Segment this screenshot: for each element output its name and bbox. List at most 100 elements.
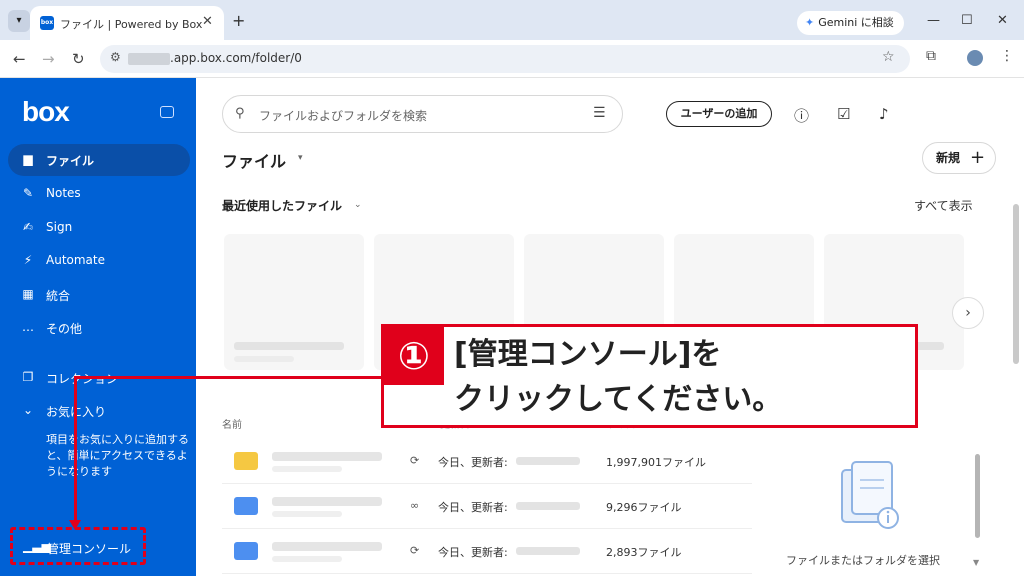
folder-icon xyxy=(234,452,258,470)
detail-empty-text: ファイルまたはフォルダを選択 xyxy=(786,554,940,567)
bell-icon[interactable]: ♪ xyxy=(879,105,889,123)
chevron-down-icon[interactable]: ▾ xyxy=(298,153,303,163)
omnibox[interactable]: ⚙ .app.box.com/folder/0 ☆ xyxy=(100,45,910,73)
search-input[interactable]: ⚲ ファイルおよびフォルダを検索 ☰ xyxy=(222,95,623,133)
row-name-placeholder xyxy=(272,542,382,551)
row-name-placeholder xyxy=(272,497,382,506)
new-button[interactable]: 新規 + xyxy=(922,142,996,174)
bookmark-star-icon[interactable]: ☆ xyxy=(882,49,895,65)
sidebar-item-label: Automate xyxy=(46,253,105,267)
search-placeholder: ファイルおよびフォルダを検索 xyxy=(259,109,428,123)
sidebar-item-label: 統合 xyxy=(46,289,71,303)
link-icon: ∞ xyxy=(410,499,420,512)
shared-folder-icon xyxy=(234,497,258,515)
row-updater-redacted xyxy=(516,457,580,465)
table-row[interactable]: ⟳ 今日、更新者: 2,893ファイル xyxy=(222,530,752,574)
browser-tab-active[interactable]: box ファイル | Powered by Box ✕ xyxy=(30,6,224,40)
sidebar-item-label: ファイル xyxy=(46,154,95,168)
annotation-text-line1: [管理コンソール]を xyxy=(454,337,722,372)
gemini-label: Gemini に相談 xyxy=(818,16,894,29)
box-logo[interactable]: box xyxy=(22,96,70,128)
annotation-connector xyxy=(74,376,382,379)
collection-icon: ❐ xyxy=(22,370,34,384)
row-size: 1,997,901ファイル xyxy=(606,456,706,469)
annotation-text-line2: クリックしてください。 xyxy=(454,382,783,417)
box-favicon-icon: box xyxy=(40,16,54,30)
gemini-button[interactable]: ✦ Gemini に相談 xyxy=(797,11,904,35)
app-frame: ▾ box ファイル | Powered by Box ✕ + ✦ Gemini … xyxy=(0,0,1024,576)
add-user-button[interactable]: ユーザーの追加 xyxy=(666,101,772,127)
notes-icon: ✎ xyxy=(22,186,34,200)
column-header-name[interactable]: 名前 xyxy=(222,416,242,431)
sync-icon: ⟳ xyxy=(410,544,420,557)
row-updated: 今日、更新者: xyxy=(438,546,508,559)
tab-close-icon[interactable]: ✕ xyxy=(202,14,213,29)
chevron-down-icon[interactable]: ⌄ xyxy=(354,200,362,210)
new-tab-icon[interactable]: + xyxy=(232,11,245,30)
annotation-arrowhead xyxy=(69,520,81,530)
sidebar-item-integrations[interactable]: ▦ 統合 xyxy=(8,279,190,311)
annotation-step-number: ① xyxy=(384,327,444,385)
reload-icon[interactable]: ↻ xyxy=(72,50,85,68)
sidebar: box ▆ ファイル ✎ Notes ✍ Sign ⚡ Automate ▦ 統… xyxy=(0,78,196,576)
annotation-connector xyxy=(74,376,77,524)
sidebar-item-files[interactable]: ▆ ファイル xyxy=(8,144,190,176)
chevron-down-icon: ⌄ xyxy=(22,403,34,417)
row-meta-placeholder xyxy=(272,466,342,472)
file-info-icon xyxy=(841,461,899,529)
new-button-label: 新規 xyxy=(936,151,961,165)
page-title[interactable]: ファイル xyxy=(222,148,286,172)
sidebar-item-admin-console[interactable]: ▁▃▅ 管理コンソール xyxy=(10,527,146,565)
list-scrollbar[interactable] xyxy=(975,454,980,538)
minimize-icon[interactable]: — xyxy=(927,13,940,28)
help-icon[interactable]: ⓘ xyxy=(794,105,809,126)
page-scrollbar[interactable] xyxy=(1013,204,1019,364)
table-row[interactable]: ⟳ 今日、更新者: 1,997,901ファイル xyxy=(222,440,752,484)
card-meta-placeholder xyxy=(234,356,294,362)
sidebar-item-label: Sign xyxy=(46,220,73,234)
sync-icon: ⟳ xyxy=(410,454,420,467)
site-info-icon[interactable]: ⚙ xyxy=(110,50,121,64)
tasks-icon[interactable]: ☑ xyxy=(837,105,850,123)
browser-tabbar: ▾ box ファイル | Powered by Box ✕ + ✦ Gemini … xyxy=(0,0,1024,40)
sidebar-collapse-icon[interactable] xyxy=(160,106,174,118)
row-size: 9,296ファイル xyxy=(606,501,682,514)
row-updater-redacted xyxy=(516,547,580,555)
carousel-next-icon[interactable]: › xyxy=(952,297,984,329)
folder-icon: ▆ xyxy=(23,152,33,166)
gemini-star-icon: ✦ xyxy=(805,16,815,29)
recent-files-heading[interactable]: 最近使用したファイル xyxy=(222,197,342,214)
profile-avatar[interactable] xyxy=(967,50,983,66)
sidebar-item-label: Notes xyxy=(46,186,81,200)
see-all-link[interactable]: すべて表示 xyxy=(914,197,973,214)
filter-icon[interactable]: ☰ xyxy=(593,105,606,121)
tab-title: ファイル | Powered by Box xyxy=(60,18,203,31)
row-updated: 今日、更新者: xyxy=(438,501,508,514)
sidebar-item-label: その他 xyxy=(46,322,83,336)
browser-menu-icon[interactable]: ⋮ xyxy=(1000,48,1014,64)
sidebar-item-favorites[interactable]: ⌄ お気に入り xyxy=(8,395,190,427)
recent-file-card[interactable] xyxy=(224,234,364,370)
back-icon[interactable]: ← xyxy=(13,50,26,68)
forward-icon[interactable]: → xyxy=(42,50,55,68)
favorites-description: 項目をお気に入りに追加すると、簡単にアクセスできるようになります xyxy=(46,433,189,478)
tab-search-dropdown-icon[interactable]: ▾ xyxy=(8,10,30,32)
maximize-icon[interactable]: ☐ xyxy=(961,13,973,28)
browser-addressbar: ← → ↻ ⚙ .app.box.com/folder/0 ☆ xyxy=(0,40,1024,78)
row-meta-placeholder xyxy=(272,556,342,562)
plus-icon: + xyxy=(970,147,986,168)
automate-icon: ⚡ xyxy=(23,253,33,267)
admin-console-label: 管理コンソール xyxy=(47,542,132,556)
row-updated: 今日、更新者: xyxy=(438,456,508,469)
sidebar-item-notes[interactable]: ✎ Notes xyxy=(8,178,190,210)
sidebar-item-more[interactable]: … その他 xyxy=(8,312,190,344)
card-name-placeholder xyxy=(234,342,344,350)
sidebar-item-automate[interactable]: ⚡ Automate xyxy=(8,245,190,277)
table-row[interactable]: ∞ 今日、更新者: 9,296ファイル xyxy=(222,485,752,529)
close-window-icon[interactable]: ✕ xyxy=(997,13,1008,28)
row-size: 2,893ファイル xyxy=(606,546,682,559)
sidebar-item-sign[interactable]: ✍ Sign xyxy=(8,212,190,244)
extensions-icon[interactable]: ⧉ xyxy=(926,48,936,64)
sign-icon: ✍ xyxy=(22,220,34,234)
scroll-down-icon[interactable]: ▼ xyxy=(973,558,979,567)
